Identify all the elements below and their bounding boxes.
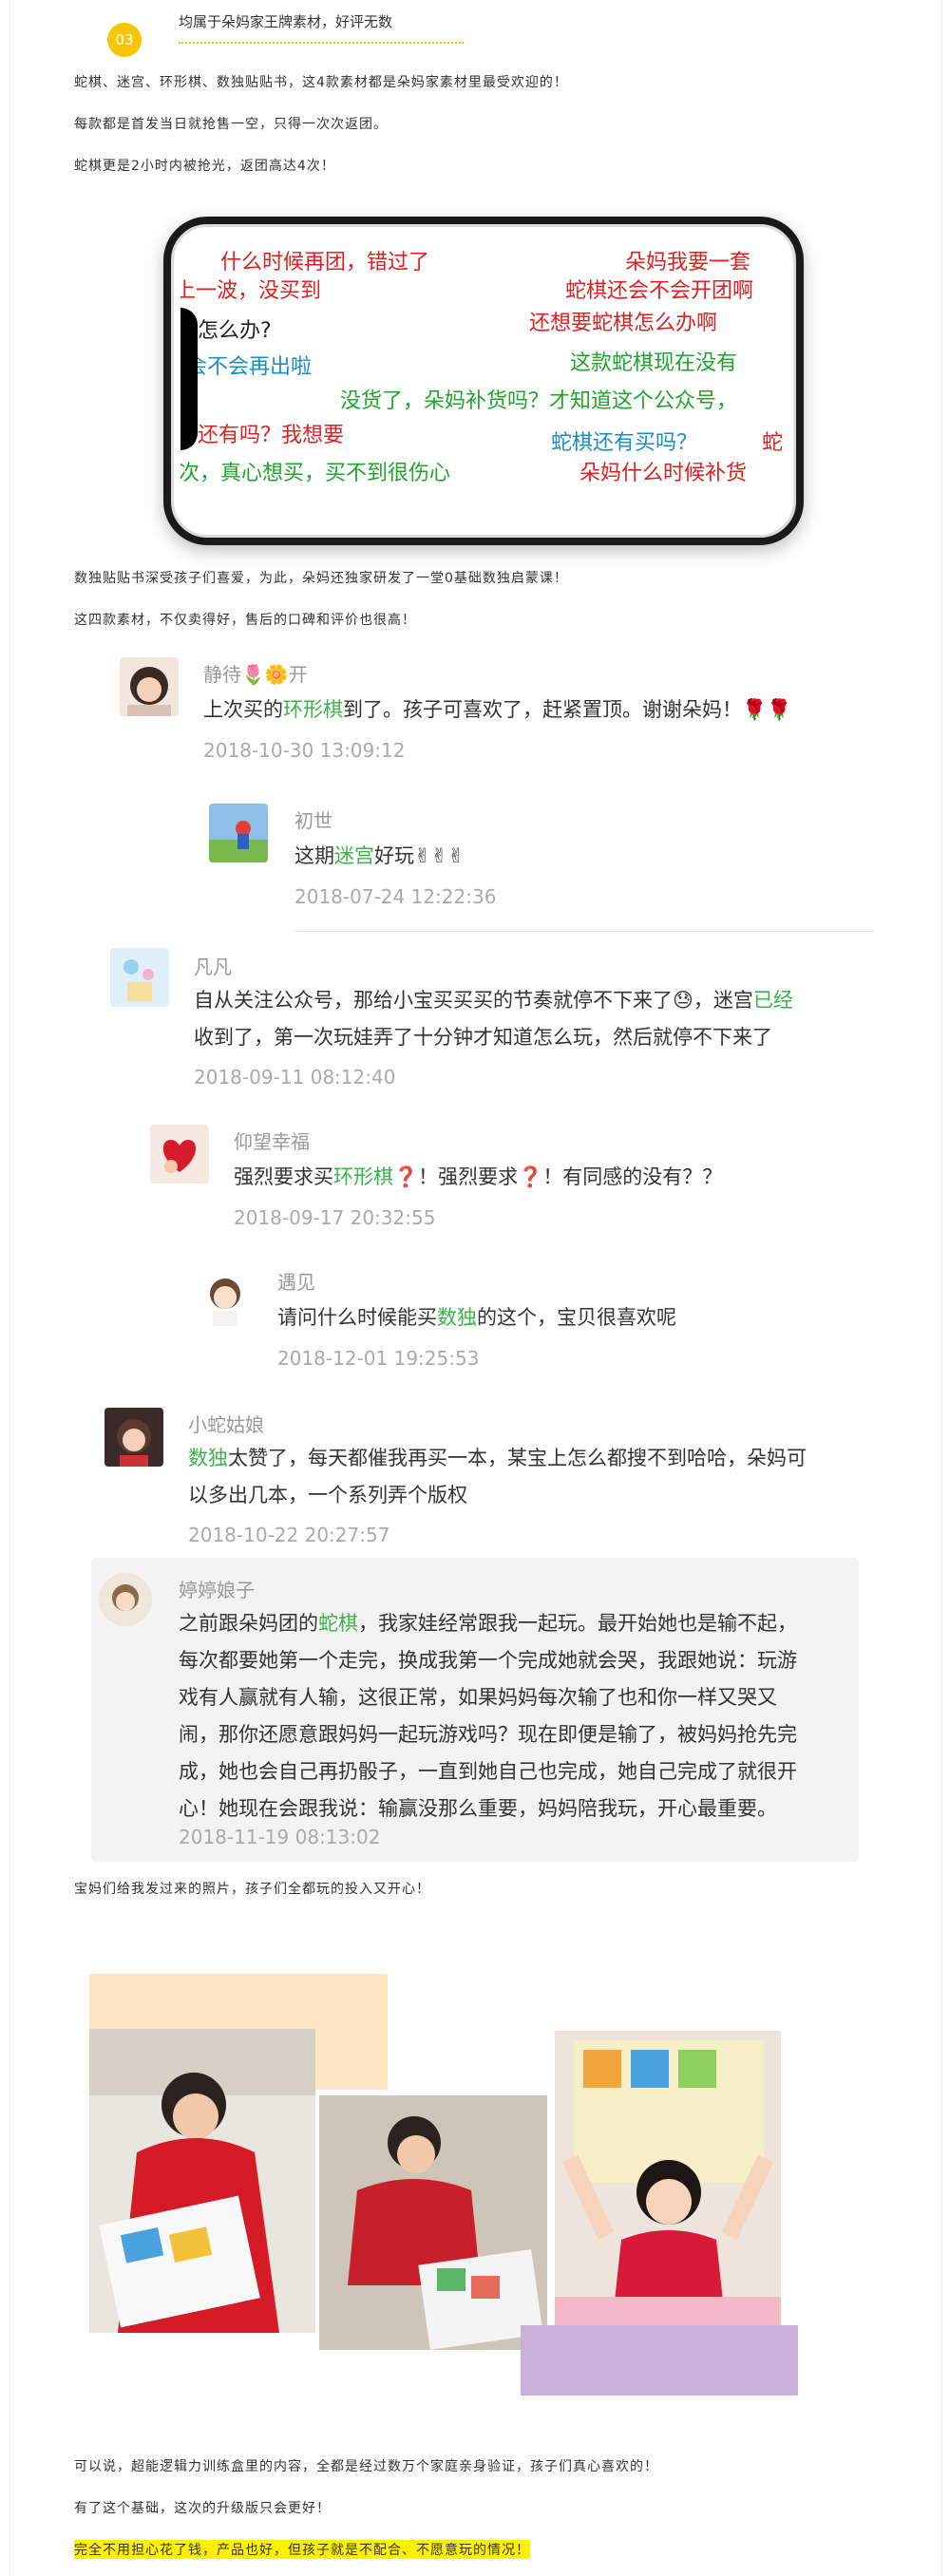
comment-author: 遇见	[277, 1271, 315, 1294]
danmaku-comment: 蛇棋还会不会开团啊	[565, 279, 754, 303]
danmaku-comment: 蛇	[762, 431, 784, 455]
danmaku-comment: 还有吗？我想要	[198, 424, 345, 447]
photo-boy-with-book	[89, 2029, 315, 2333]
phone-mockup-image: 什么时候再团，错过了 朵妈我要一套 上一波，没买到 蛇棋还会不会开团啊 怎么办?…	[163, 217, 804, 545]
danmaku-comment: 怎么办?	[198, 319, 272, 343]
avatar	[120, 657, 179, 716]
danmaku-comment: 还想要蛇棋怎么办啊	[529, 312, 718, 335]
comment-date: 2018-10-22 20:27:57	[188, 1524, 390, 1546]
danmaku-comment: 上一波，没买到	[180, 279, 322, 303]
danmaku-comment: 朵妈什么时候补货	[580, 462, 748, 485]
comment-text: 强烈要求买环形棋❓！强烈要求❓！有同感的没有？？	[234, 1165, 723, 1188]
danmaku-comment: 蛇棋还有买吗？	[551, 431, 698, 455]
avatar	[104, 1408, 163, 1467]
section-number-badge: 03	[107, 23, 142, 57]
comment-text: 上次买的环形棋到了。孩子可喜欢了，赶紧置顶。谢谢朵妈！🌹🌹	[203, 698, 792, 721]
comment-author: 静待🌷🌼开	[203, 663, 308, 686]
comment-date: 2018-10-30 13:09:12	[203, 739, 406, 762]
comment-text: 这期迷宫好玩✌✌✌	[294, 844, 465, 867]
intro-paragraph-3: 蛇棋更是2小时内被抢光，返团高达4次！	[74, 159, 335, 174]
comment-date: 2018-11-19 08:13:02	[179, 1826, 381, 1848]
danmaku-comment: 没货了，朵妈补货吗？才知道这个公众号，	[340, 389, 738, 413]
comment-author: 凡凡	[194, 956, 232, 978]
comment-date: 2018-09-17 20:32:55	[234, 1206, 436, 1229]
comment-text: 数独太赞了，每天都催我再买一本，某宝上怎么都搜不到哈哈，朵妈可 以多出几本，一个…	[188, 1447, 807, 1506]
phone-screen: 什么时候再团，错过了 朵妈我要一套 上一波，没买到 蛇棋还会不会开团啊 怎么办?…	[180, 232, 787, 530]
decorative-block	[521, 2325, 798, 2396]
avatar	[99, 1573, 152, 1626]
comment-author: 仰望幸福	[234, 1130, 310, 1153]
avatar	[150, 1125, 209, 1184]
header-dotted-divider	[179, 42, 464, 44]
reply-divider	[294, 931, 874, 932]
photos-caption: 宝妈们给我发过来的照片，孩子们全都玩的投入又开心！	[74, 1882, 430, 1897]
outro-paragraph-2: 有了这个基础，这次的升级版只会更好！	[74, 2501, 331, 2516]
mid-paragraph-2: 这四款素材，不仅卖得好，售后的口碑和评价也很高！	[74, 613, 416, 628]
comment-text: 之前跟朵妈团的蛇棋，我家娃经常跟我一起玩。最开始她也是输不起， 每次都要她第一个…	[179, 1612, 797, 1820]
comment-author: 初世	[294, 809, 332, 832]
avatar	[110, 948, 169, 1007]
photo-boy-playing-game	[319, 2095, 547, 2350]
comment-date: 2018-09-11 08:12:40	[194, 1066, 396, 1089]
avatar	[209, 804, 268, 862]
danmaku-comment: 次，真心想买，买不到很伤心	[180, 462, 451, 485]
comment-date: 2018-07-24 12:22:36	[294, 885, 497, 908]
intro-paragraph-1: 蛇棋、迷宫、环形棋、数独贴贴书，这4款素材都是朵妈家素材里最受欢迎的！	[74, 75, 568, 90]
danmaku-comment: 这款蛇棋现在没有	[570, 351, 738, 375]
outro-paragraph-highlighted: 完全不用担心花了钱，产品也好，但孩子就是不配合、不愿意玩的情况！	[74, 2540, 530, 2559]
avatar	[196, 1267, 255, 1326]
outro-paragraph-1: 可以说，超能逻辑力训练盒里的内容，全都是经过数万个家庭亲身验证，孩子们真心喜欢的…	[74, 2459, 658, 2474]
danmaku-comment: 会不会再出啦	[186, 355, 313, 379]
section-header-text: 均属于朵妈家王牌素材，好评无数	[179, 13, 393, 30]
intro-paragraph-2: 每款都是首发当日就抢售一空，只得一次次返团。	[74, 117, 388, 132]
comment-text: 自从关注公众号，那给小宝买买买的节奏就停不下来了😓，迷宫已经 收到了，第一次玩娃…	[194, 989, 793, 1049]
danmaku-comment: 什么时候再团，错过了	[220, 251, 430, 275]
comment-text: 请问什么时候能买数独的这个，宝贝很喜欢呢	[277, 1306, 676, 1329]
phone-notch	[180, 308, 198, 450]
comment-author: 小蛇姑娘	[188, 1413, 264, 1436]
photo-girl-cheering	[555, 2031, 781, 2327]
danmaku-comment: 朵妈我要一套	[625, 251, 751, 275]
comment-author: 婷婷娘子	[179, 1579, 255, 1601]
mid-paragraph-1: 数独贴贴书深受孩子们喜爱，为此，朵妈还独家研发了一堂0基础数独启蒙课！	[74, 571, 568, 586]
comment-date: 2018-12-01 19:25:53	[277, 1347, 480, 1370]
